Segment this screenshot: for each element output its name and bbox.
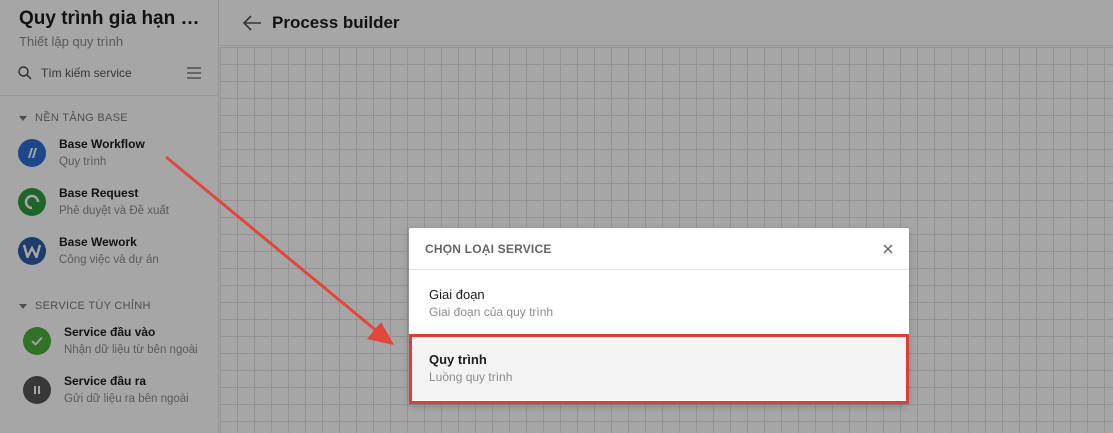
option-name: Giai đoạn: [429, 287, 485, 302]
option-name: Quy trình: [429, 352, 487, 367]
option-process[interactable]: Quy trình Luồng quy trình: [409, 335, 909, 400]
option-desc: Luồng quy trình: [429, 370, 513, 384]
select-service-dialog: CHỌN LOẠI SERVICE Giai đoạn Giai đoạn củ…: [409, 228, 909, 404]
dialog-header: CHỌN LOẠI SERVICE: [409, 228, 909, 270]
close-icon[interactable]: [883, 244, 893, 254]
option-desc: Giai đoạn của quy trình: [429, 305, 554, 319]
dialog-title: CHỌN LOẠI SERVICE: [425, 241, 552, 256]
option-stage[interactable]: Giai đoạn Giai đoạn của quy trình: [409, 270, 909, 335]
